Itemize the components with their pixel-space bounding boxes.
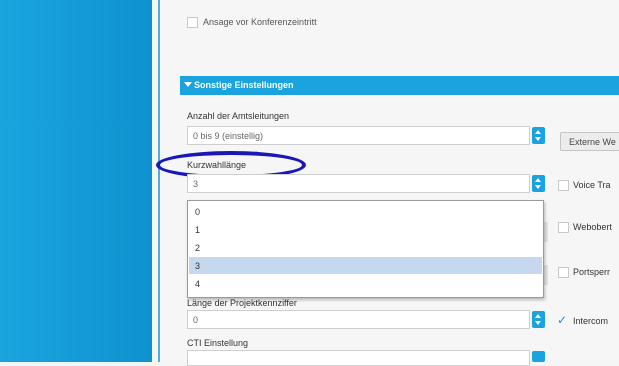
web-label: Webobert: [573, 222, 612, 232]
project-code-label: Länge der Projektkennziffer: [187, 298, 297, 308]
dropdown-option[interactable]: 1: [189, 221, 542, 238]
check-icon[interactable]: ✓: [557, 314, 567, 326]
port-label: Portsperr: [573, 267, 611, 277]
dropdown-option[interactable]: 4: [189, 275, 542, 292]
chevron-down-icon: [535, 321, 541, 325]
sidebar: [0, 0, 152, 362]
section-header[interactable]: Sonstige Einstellungen: [180, 76, 619, 95]
option-label: 0: [195, 207, 201, 217]
chevron-down-icon: [535, 185, 541, 189]
dropdown-option-selected[interactable]: 3: [189, 257, 542, 274]
project-code-value: 0: [193, 315, 199, 325]
chevron-up-icon: [535, 314, 541, 318]
trunk-lines-value: 0 bis 9 (einstellig): [193, 131, 264, 141]
chevron-up-icon: [535, 178, 541, 182]
cti-label: CTI Einstellung: [187, 338, 249, 348]
voice-checkbox[interactable]: [558, 180, 569, 191]
voice-label: Voice Tra: [573, 180, 611, 190]
project-code-select[interactable]: 0: [187, 310, 530, 329]
option-label: 3: [195, 261, 201, 271]
dropdown-option[interactable]: 2: [189, 239, 542, 256]
intercom-label: Intercom: [573, 316, 609, 326]
chevron-up-icon: [535, 130, 541, 134]
option-label: 4: [195, 279, 201, 289]
cti-select[interactable]: [187, 350, 530, 366]
option-label: 1: [195, 225, 201, 235]
conference-announcement-label: Ansage vor Konferenzeintritt: [203, 17, 317, 27]
speed-dial-spinner[interactable]: [532, 175, 545, 192]
web-checkbox[interactable]: [558, 222, 569, 233]
collapse-triangle-icon: [184, 82, 192, 87]
cti-spinner[interactable]: [532, 351, 545, 362]
trunk-lines-spinner[interactable]: [532, 127, 545, 144]
speed-dial-select[interactable]: 3: [187, 174, 530, 193]
speed-dial-dropdown: 0 1 2 3 4: [187, 200, 544, 298]
project-code-spinner[interactable]: [532, 311, 545, 328]
section-title: Sonstige Einstellungen: [194, 80, 294, 90]
chevron-down-icon: [535, 137, 541, 141]
external-button[interactable]: Externe We: [560, 132, 619, 151]
trunk-lines-label: Anzahl der Amtsleitungen: [187, 111, 290, 121]
option-label: 2: [195, 243, 201, 253]
external-button-label: Externe We: [569, 137, 616, 147]
speed-dial-value: 3: [193, 179, 199, 189]
dropdown-option[interactable]: 0: [189, 203, 542, 220]
port-checkbox[interactable]: [558, 267, 569, 278]
conference-announcement-checkbox[interactable]: [187, 17, 198, 28]
trunk-lines-select[interactable]: 0 bis 9 (einstellig): [187, 126, 530, 145]
